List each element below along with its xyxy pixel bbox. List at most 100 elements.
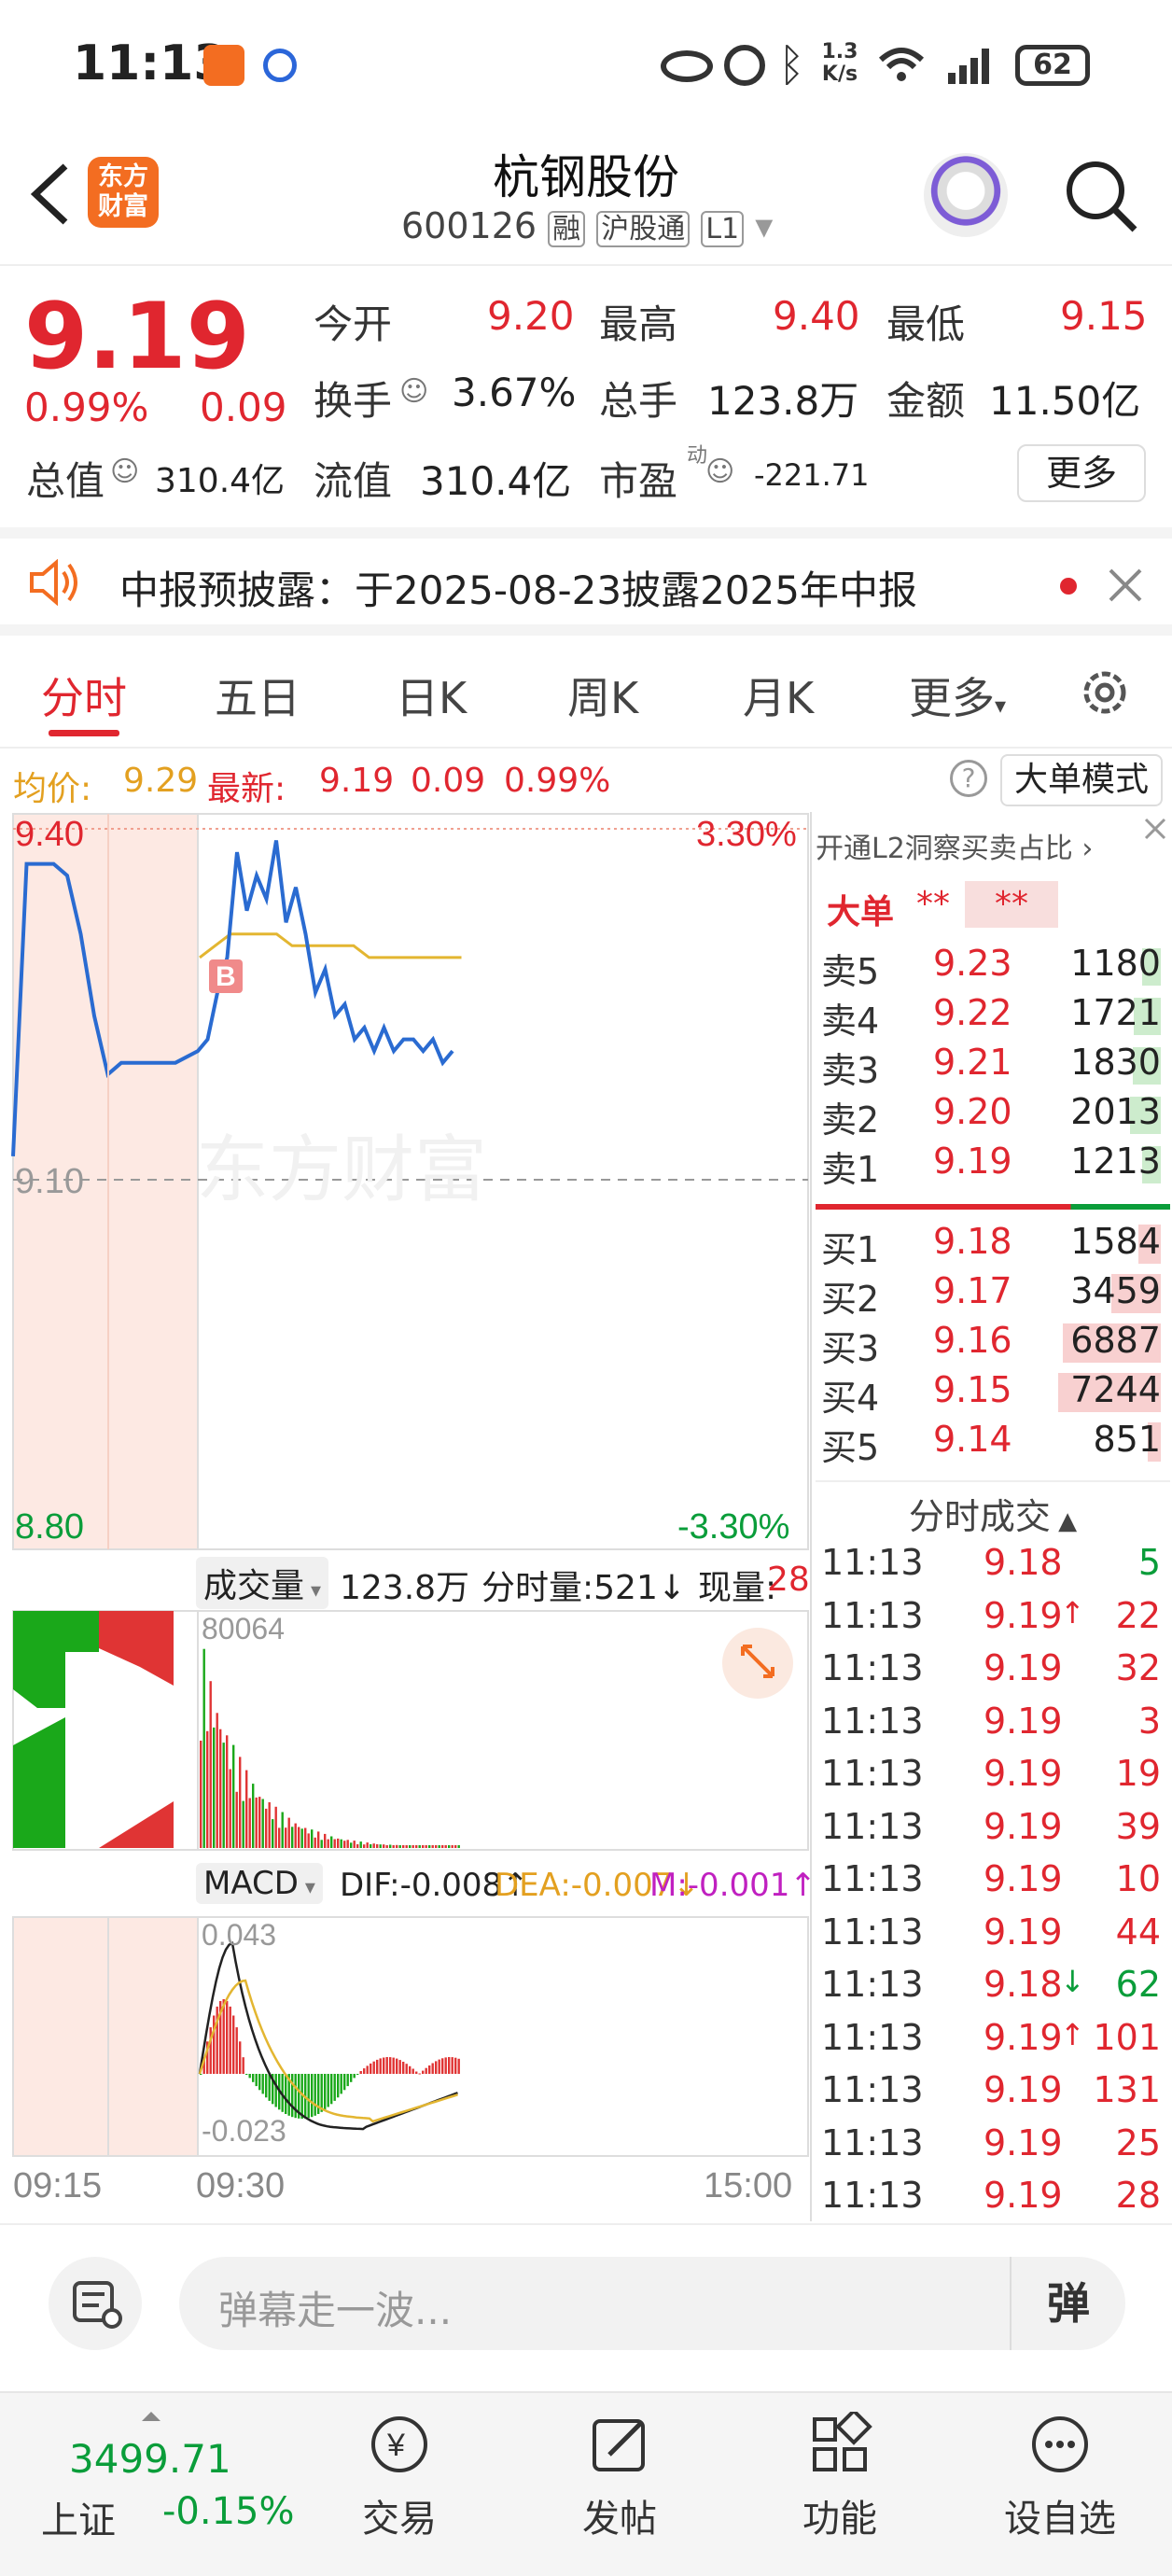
tick-time: 11:13 xyxy=(821,1753,924,1794)
pe-info-icon[interactable]: ☺ xyxy=(705,455,734,488)
turnover-label: 换手 xyxy=(314,378,393,424)
tab-more[interactable]: 更多▾ xyxy=(909,665,1006,726)
low-value: 9.15 xyxy=(1060,293,1148,339)
macd-bar xyxy=(239,2041,242,2074)
avg-price-line xyxy=(199,932,462,959)
more-button[interactable]: 更多 xyxy=(1017,444,1146,502)
volume-bar xyxy=(216,1713,218,1848)
dropdown-icon[interactable]: ▾ xyxy=(755,205,773,246)
tick-volume: 32 xyxy=(1115,1647,1161,1688)
latest-change: 0.09 xyxy=(411,762,486,800)
volume-bar xyxy=(356,1844,359,1848)
big-order-mode-button[interactable]: 大单模式 xyxy=(1000,754,1163,806)
close-icon[interactable] xyxy=(1107,567,1144,604)
macd-bar xyxy=(229,2006,231,2074)
robot-avatar-icon[interactable] xyxy=(924,153,1008,237)
bid-price: 9.15 xyxy=(933,1369,1012,1410)
volume-bar xyxy=(363,1844,366,1848)
tab-monthly-k[interactable]: 月K xyxy=(743,665,814,726)
tab-intraday[interactable]: 分时 xyxy=(41,665,127,726)
watermark: 东方财富 xyxy=(196,1128,487,1211)
tab-daily-k[interactable]: 日K xyxy=(396,665,467,726)
ask-row[interactable]: 卖4 9.22 1721 xyxy=(816,988,1170,1042)
tick-price: 9.19 xyxy=(984,1594,1063,1636)
chart-canvas[interactable]: 东方财富 B 9.40 9.10 8.80 3.30% -3.30% 80064… xyxy=(0,812,810,2221)
tick-time: 11:13 xyxy=(821,2016,924,2058)
volume-bar xyxy=(333,1839,336,1848)
macd-bar xyxy=(350,2074,353,2082)
danmu-toggle-button[interactable]: 弹 xyxy=(1010,2257,1125,2350)
macd-bar xyxy=(353,2074,356,2079)
unread-dot xyxy=(1060,578,1077,595)
tick-time: 11:13 xyxy=(821,1858,924,1899)
volume-bar xyxy=(376,1844,379,1848)
stock-code-line[interactable]: 600126 融 沪股通 L1 ▾ xyxy=(401,205,773,247)
volume-bar xyxy=(441,1845,444,1848)
alarm-icon xyxy=(724,45,765,86)
macd-bar xyxy=(359,2071,362,2074)
macd-selector[interactable]: MACD ▾ xyxy=(196,1863,323,1904)
tick-row: 11:13 9.19 25 xyxy=(816,2117,1170,2169)
l2-close-icon[interactable] xyxy=(1140,814,1170,844)
volume-bar xyxy=(242,1800,244,1848)
tick-time: 11:13 xyxy=(821,2175,924,2216)
ask-label: 卖2 xyxy=(821,1099,880,1141)
volume-bar xyxy=(457,1845,460,1848)
turnover-info-icon[interactable]: ☺ xyxy=(399,375,428,408)
l2-promo[interactable]: 开通L2洞察买卖占比 › xyxy=(816,825,1170,874)
ask-row[interactable]: 卖3 9.21 1830 xyxy=(816,1038,1170,1091)
tick-time: 11:13 xyxy=(821,1700,924,1742)
tick-row: 11:13 9.18 ↓ 62 xyxy=(816,1958,1170,2010)
tab-five-day[interactable]: 五日 xyxy=(215,665,300,726)
nav-post[interactable]: 发帖 xyxy=(536,2412,704,2542)
volume-bar xyxy=(281,1812,284,1848)
macd-bar xyxy=(363,2068,366,2074)
ask-row[interactable]: 卖5 9.23 1180 xyxy=(816,939,1170,992)
big-order-val1: ** xyxy=(916,885,950,923)
volume-bar xyxy=(213,1727,216,1848)
post-edit-icon xyxy=(593,2419,645,2471)
volume-selector[interactable]: 成交量 ▾ xyxy=(196,1557,329,1609)
intraday-chart[interactable]: 东方财富 B 9.40 9.10 8.80 3.30% -3.30% 80064… xyxy=(0,812,816,2221)
volume-bar xyxy=(324,1833,327,1848)
index-widget[interactable]: 3499.71 上证 -0.15% xyxy=(28,2412,308,2552)
help-icon[interactable]: ? xyxy=(950,760,987,797)
bid-row[interactable]: 买3 9.16 6887 xyxy=(816,1316,1170,1369)
amount-label: 金额 xyxy=(886,378,966,424)
bid-row[interactable]: 买2 9.17 3459 xyxy=(816,1267,1170,1320)
settings-gear-icon[interactable] xyxy=(1077,665,1133,721)
danmu-placeholder: 弹幕走一波... xyxy=(218,2288,453,2333)
volume-bar xyxy=(454,1845,457,1848)
macd-bar xyxy=(379,2058,382,2074)
volume-max-label: 80064 xyxy=(202,1612,285,1645)
volume-bar xyxy=(298,1827,300,1848)
bid-row[interactable]: 买4 9.15 7244 xyxy=(816,1365,1170,1419)
bid-row[interactable]: 买1 9.18 1584 xyxy=(816,1217,1170,1270)
bid-volume: 1584 xyxy=(1070,1221,1161,1262)
quote-panel: 9.19 0.99% 0.09 今开 9.20 最高 9.40 最低 9.15 … xyxy=(0,269,1172,521)
nav-trade[interactable]: ¥ 交易 xyxy=(315,2412,483,2542)
pe-value: -221.71 xyxy=(754,457,870,493)
mcap-info-icon[interactable]: ☺ xyxy=(110,455,139,488)
macd-bar xyxy=(343,2074,346,2091)
nav-add-watchlist[interactable]: 设自选 xyxy=(976,2412,1144,2542)
volume-bar xyxy=(287,1817,290,1848)
notice-bar[interactable]: 中报预披露：于2025-08-23披露2025年中报 xyxy=(0,527,1172,636)
macd-bar xyxy=(274,2074,277,2107)
tab-weekly-k[interactable]: 周K xyxy=(567,665,638,726)
macd-bar xyxy=(409,2065,412,2074)
volume-bar xyxy=(272,1819,274,1848)
bid-row[interactable]: 买5 9.14 851 xyxy=(816,1415,1170,1468)
macd-bar xyxy=(415,2071,418,2074)
search-icon[interactable] xyxy=(1062,157,1140,235)
ask-row[interactable]: 卖2 9.20 2013 xyxy=(816,1087,1170,1141)
ticks-header[interactable]: 分时成交 ▲ xyxy=(816,1480,1170,1537)
nav-functions[interactable]: 功能 xyxy=(756,2408,924,2542)
volume-bar xyxy=(343,1841,346,1848)
ask-row[interactable]: 卖1 9.19 1213 xyxy=(816,1137,1170,1190)
big-order-row: 大单 ** ** xyxy=(816,881,1170,931)
danmu-list-icon[interactable] xyxy=(49,2257,142,2350)
danmu-input[interactable]: 弹幕走一波... 弹 xyxy=(179,2257,1125,2350)
bid-label: 买3 xyxy=(821,1328,880,1369)
change-pct: 0.99% xyxy=(24,385,149,430)
